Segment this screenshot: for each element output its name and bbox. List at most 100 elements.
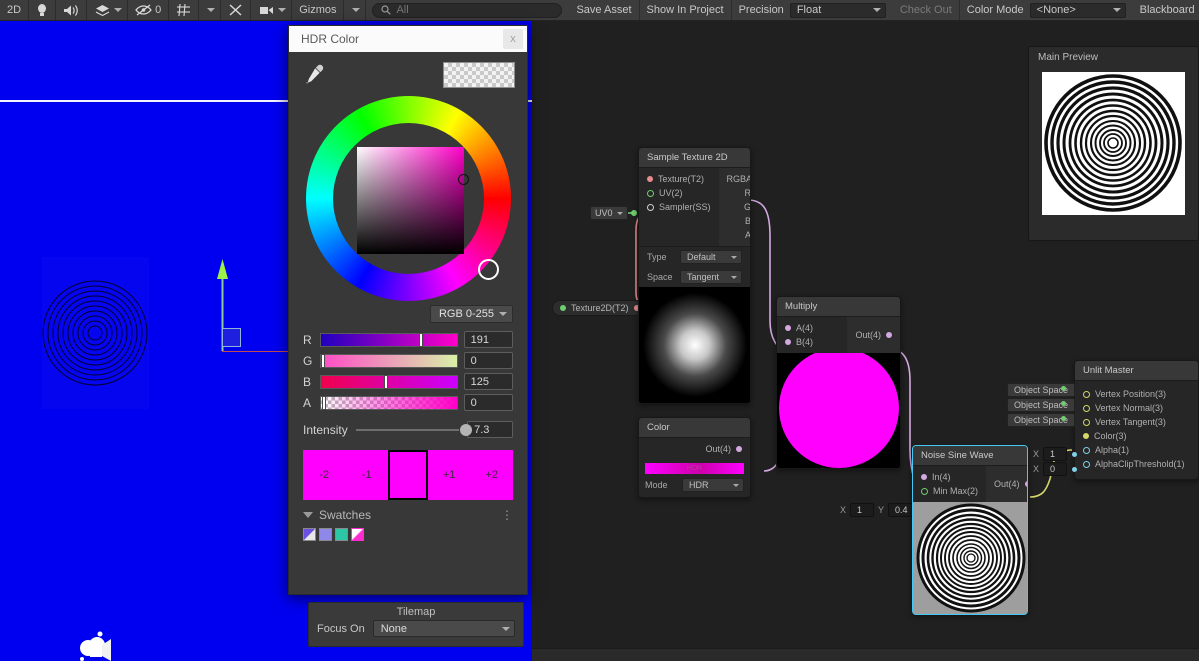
port-dot[interactable] [785, 325, 791, 331]
channel-track-b[interactable] [320, 374, 458, 389]
tilemap-panel[interactable]: Tilemap Focus On None [308, 602, 524, 647]
alpha-port-dot[interactable] [1072, 451, 1078, 457]
hdr-color-titlebar[interactable]: HDR Color x [289, 26, 527, 52]
swatch-chip[interactable] [335, 528, 348, 541]
color-mode-dropdown[interactable]: <None> [1029, 2, 1126, 18]
scene-camera-dropdown[interactable] [251, 0, 293, 20]
scene-search-input[interactable]: All [372, 2, 563, 18]
color-swatch-field[interactable]: HDR [639, 460, 750, 474]
node-preview-sample-texture[interactable] [639, 287, 750, 403]
node-noise-sine-wave[interactable]: Noise Sine Wave In(4) Min Max(2) Out(4) [912, 445, 1028, 615]
port-alpha[interactable]: Alpha(1) [1075, 443, 1198, 457]
minmax-x-input[interactable]: 1 [850, 503, 875, 517]
port-out[interactable]: Out(4) [847, 328, 900, 342]
channel-knob-a[interactable] [321, 395, 326, 410]
main-preview-canvas[interactable] [1042, 72, 1185, 215]
minmax-y-input[interactable]: 0.4 [888, 503, 915, 517]
uv-channel-dropdown[interactable]: UV0 [590, 206, 628, 220]
uv-output-port[interactable] [631, 210, 637, 216]
exposure-stop-plus1[interactable]: +1 [428, 450, 471, 500]
port-b[interactable]: B(1) [719, 214, 750, 228]
port-b[interactable]: B(4) [777, 335, 847, 349]
scene-grid-dropdown[interactable] [199, 0, 222, 20]
alpha-value-field[interactable]: X 1 [1031, 447, 1078, 461]
intensity-knob[interactable] [459, 423, 472, 436]
slot-port-vertex-normal[interactable] [1061, 401, 1066, 406]
port-dot[interactable] [1083, 390, 1090, 398]
channel-knob-r[interactable] [418, 332, 423, 347]
port-dot[interactable] [1083, 433, 1089, 439]
node-color[interactable]: Color Out(4) HDR Mode HDR [638, 417, 751, 498]
port-texture[interactable]: Texture(T2) [639, 172, 719, 186]
main-preview-panel[interactable]: Main Preview [1028, 46, 1199, 241]
node-preview-noise-sine-wave[interactable] [913, 502, 1027, 614]
port-color[interactable]: Color(3) [1075, 429, 1198, 443]
channel-track-g[interactable] [320, 353, 458, 368]
port-vertex-tangent[interactable]: Vertex Tangent(3) [1075, 415, 1198, 429]
texture2d-property-node[interactable]: Texture2D(T2) [552, 300, 648, 316]
current-color-preview[interactable] [443, 62, 515, 88]
port-dot[interactable] [921, 487, 928, 495]
clip-x-input[interactable]: 0 [1043, 462, 1068, 476]
space-dropdown[interactable]: Tangent [680, 270, 742, 284]
port-g[interactable]: G(1) [719, 200, 750, 214]
swatches-toggle[interactable]: Swatches [303, 508, 371, 522]
exposure-stop-minus2[interactable]: -2 [303, 450, 346, 500]
save-asset-button[interactable]: Save Asset [569, 0, 640, 20]
scene-sprite-object[interactable] [42, 257, 149, 409]
port-sampler[interactable]: Sampler(SS) [639, 200, 719, 214]
channel-track-a[interactable] [320, 395, 458, 410]
scene-move-gizmo-x-axis[interactable] [222, 351, 292, 352]
port-dot[interactable] [785, 339, 791, 345]
eyedropper-icon[interactable] [303, 63, 325, 88]
mode-dropdown[interactable]: HDR [682, 478, 744, 492]
port-dot[interactable] [1024, 481, 1027, 487]
scene-fx-dropdown[interactable] [87, 0, 129, 20]
port-out[interactable]: Out(4) [986, 477, 1027, 491]
scene-lighting-toggle[interactable] [29, 0, 57, 20]
swatch-chip[interactable] [303, 528, 316, 541]
port-in[interactable]: In(4) [913, 470, 986, 484]
blackboard-button[interactable]: Blackboard [1133, 0, 1199, 20]
channel-knob-b[interactable] [383, 374, 388, 389]
swatch-chip[interactable] [319, 528, 332, 541]
port-min-max[interactable]: Min Max(2) [913, 484, 986, 498]
scene-move-gizmo-plane-handle[interactable] [222, 328, 241, 347]
channel-value-r[interactable]: 191 [463, 331, 513, 348]
node-multiply[interactable]: Multiply A(4) B(4) Out(4) [776, 296, 901, 469]
port-rgba[interactable]: RGBA(4) [719, 172, 750, 186]
close-icon[interactable]: x [503, 29, 523, 49]
check-out-button[interactable]: Check Out [893, 0, 960, 20]
focus-on-dropdown[interactable]: None [372, 620, 515, 637]
type-dropdown[interactable]: Default [680, 250, 742, 264]
port-dot[interactable] [1083, 418, 1090, 426]
kebab-menu-icon[interactable]: ⋮ [501, 509, 513, 521]
exposure-stop-plus2[interactable]: +2 [470, 450, 513, 500]
port-dot[interactable] [647, 203, 654, 211]
channel-track-r[interactable] [320, 332, 458, 347]
channel-value-b[interactable]: 125 [463, 373, 513, 390]
rgb-mode-dropdown[interactable]: RGB 0-255 [429, 305, 513, 323]
exposure-stop-current[interactable] [388, 450, 428, 500]
node-sample-texture-2d[interactable]: Sample Texture 2D Texture(T2) UV(2) Samp… [638, 147, 751, 404]
show-in-project-button[interactable]: Show In Project [640, 0, 732, 20]
exposure-stop-minus1[interactable]: -1 [345, 450, 388, 500]
swatch-chip-selected[interactable] [351, 528, 364, 541]
intensity-track[interactable] [355, 423, 472, 436]
port-vertex-position[interactable]: Vertex Position(3) [1075, 387, 1198, 401]
toggle-2d-button[interactable]: 2D [0, 0, 30, 20]
scene-visibility-toggle[interactable]: 0 [128, 0, 170, 20]
hdr-color-window[interactable]: HDR Color x RGB 0-255 R 191 G 0 B 125 A … [288, 25, 528, 595]
property-input-port[interactable] [560, 305, 566, 311]
sv-cursor-handle[interactable] [457, 174, 469, 185]
port-a[interactable]: A(4) [777, 321, 847, 335]
port-dot[interactable] [1083, 404, 1090, 412]
hue-cursor-handle[interactable] [477, 259, 499, 280]
port-alpha-clip-threshold[interactable]: AlphaClipThreshold(1) [1075, 457, 1198, 471]
alpha-x-input[interactable]: 1 [1043, 447, 1068, 461]
channel-value-a[interactable]: 0 [463, 394, 513, 411]
channel-value-g[interactable]: 0 [463, 352, 513, 369]
scene-grid-toggle[interactable] [169, 0, 200, 20]
port-dot[interactable] [647, 176, 653, 182]
node-preview-multiply[interactable] [777, 348, 900, 468]
